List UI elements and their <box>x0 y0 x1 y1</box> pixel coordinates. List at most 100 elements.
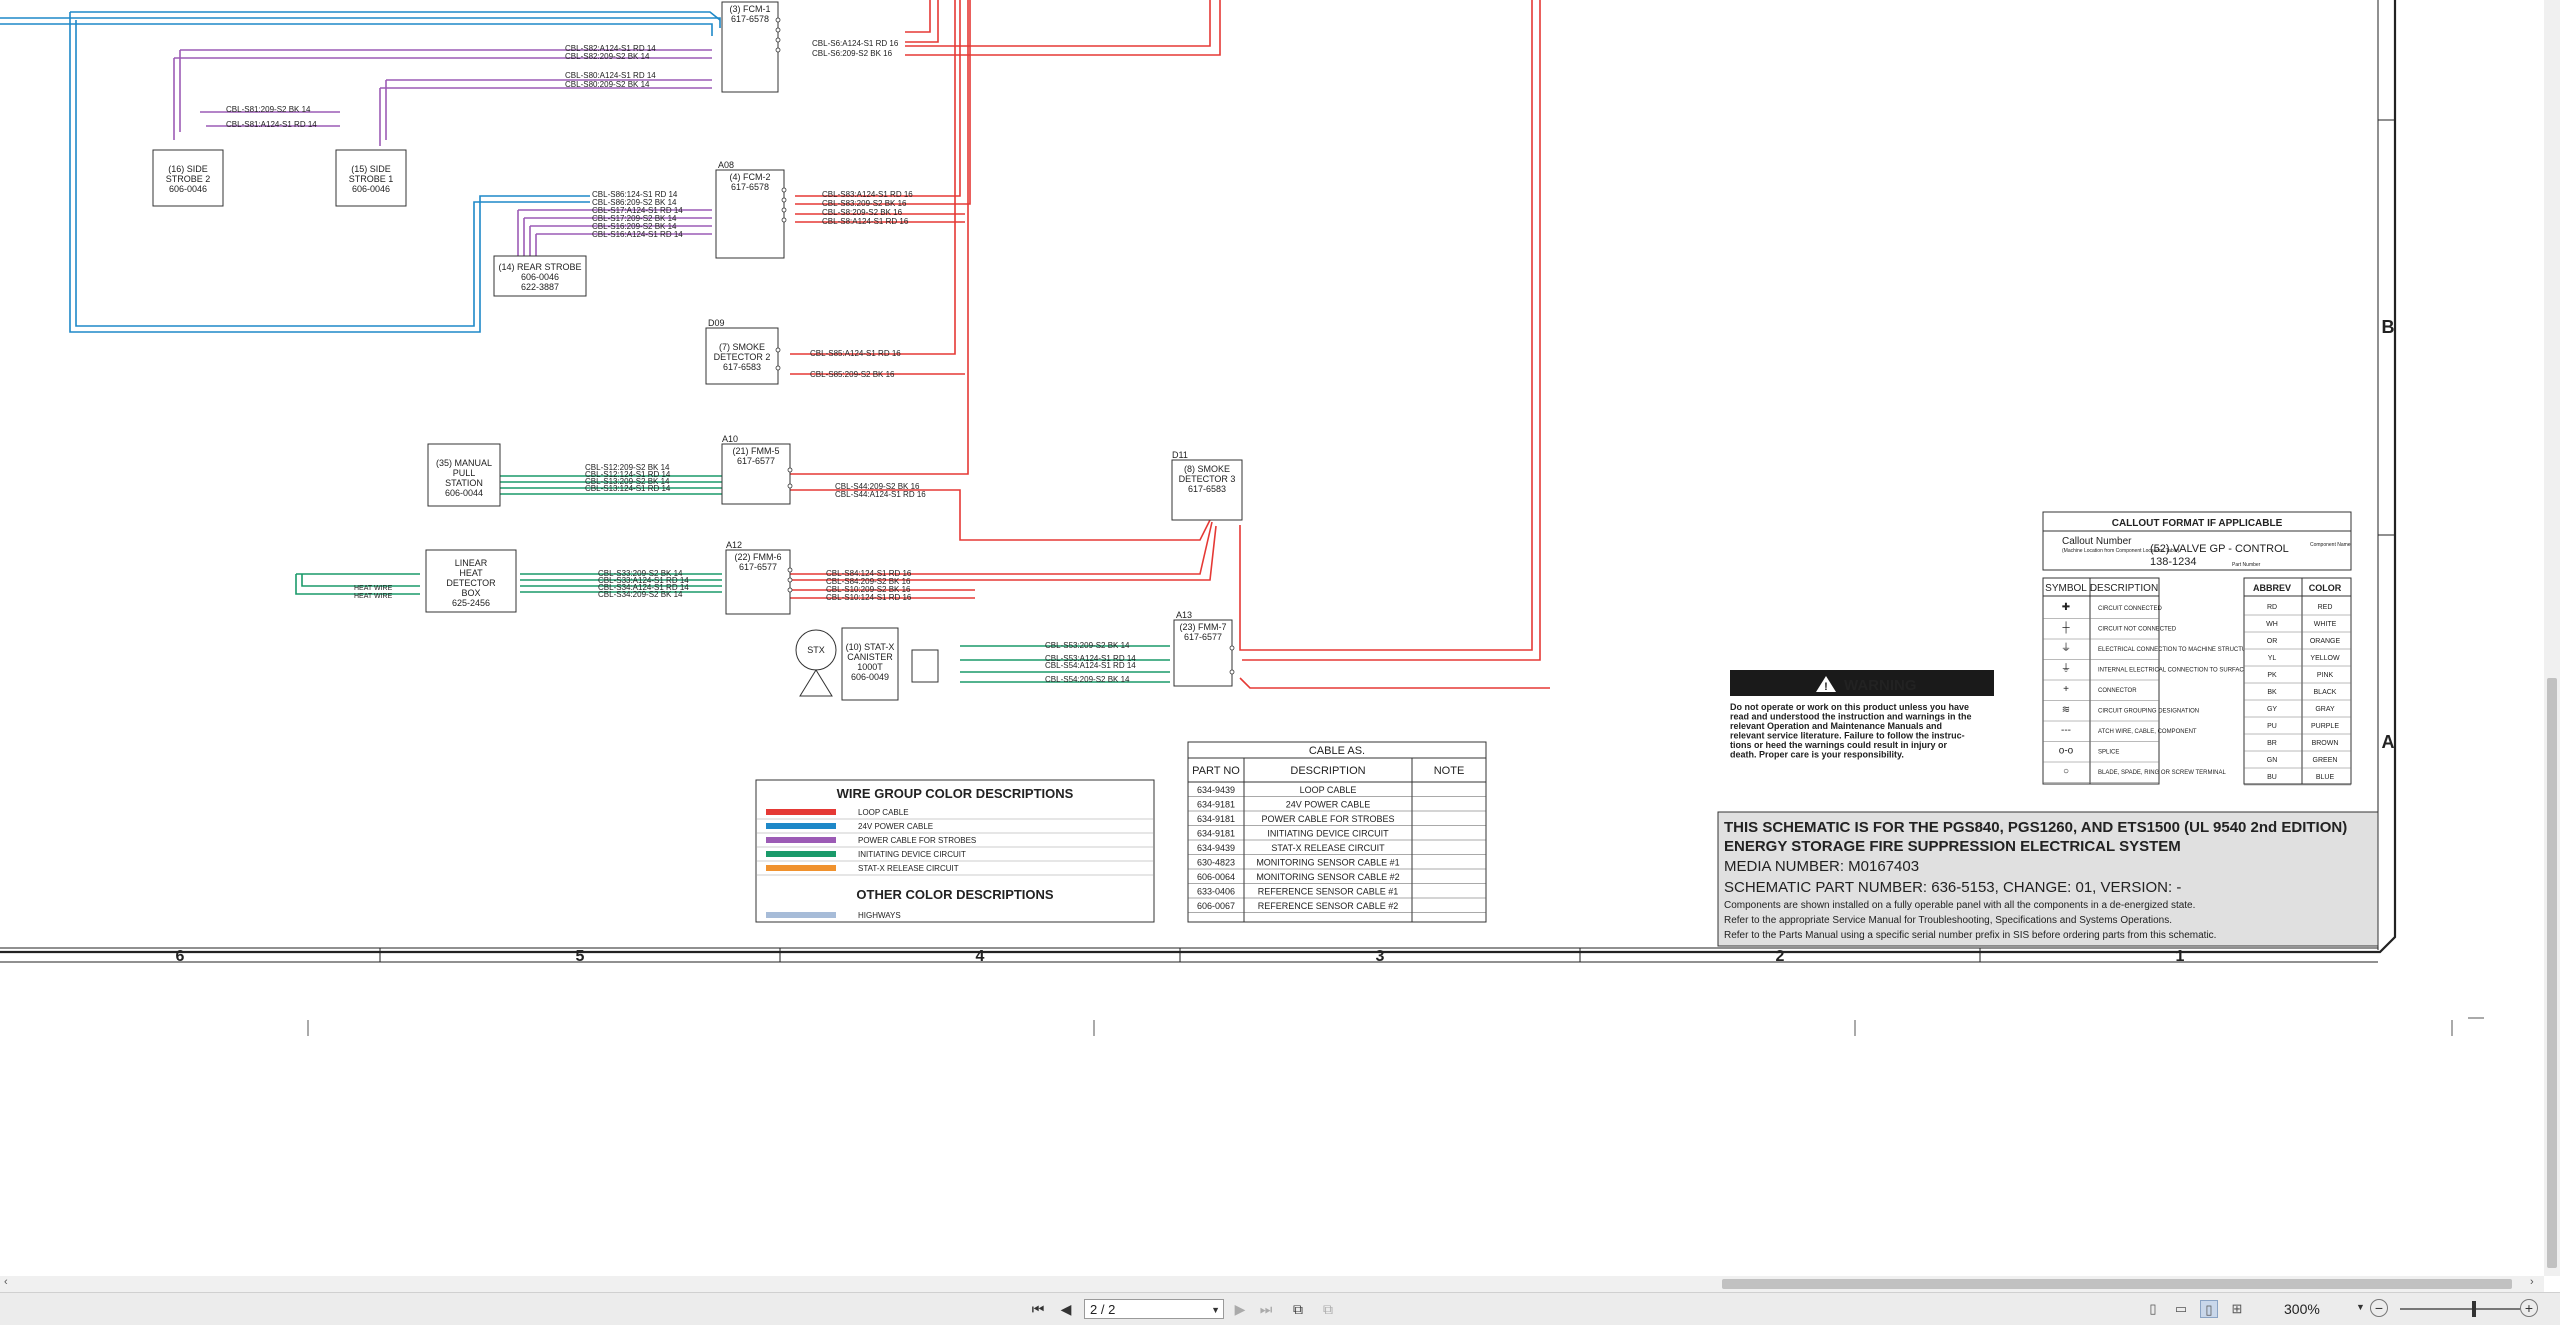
facing-view-icon[interactable]: ▯ <box>2200 1300 2218 1318</box>
cable-label: CBL-S81:A124-S1 RD 14 <box>226 120 317 129</box>
wire-group-title: WIRE GROUP COLOR DESCRIPTIONS <box>837 786 1074 801</box>
rear-strobe-label: 606-0046 <box>521 272 559 282</box>
cable-label: CBL-S85:A124-S1 RD 16 <box>810 349 901 358</box>
cable-description: LOOP CABLE <box>1300 785 1357 795</box>
manual-pull-station-label: (35) MANUAL <box>436 458 492 468</box>
zoom-out-icon[interactable]: − <box>2370 1299 2388 1317</box>
previous-view-icon[interactable]: ⧉ <box>1288 1299 1308 1319</box>
continuous-view-icon[interactable]: ▭ <box>2172 1300 2190 1318</box>
loop-cable-wire <box>1242 0 1541 661</box>
fmm7-label: 617-6577 <box>1184 632 1222 642</box>
scroll-right-icon[interactable]: › <box>2530 1276 2534 1288</box>
side-strobe-2-label: STROBE 2 <box>166 174 211 184</box>
color-abbrev: RD <box>2267 604 2277 611</box>
loop-cable-wire <box>1239 0 1533 651</box>
wire-group-item-label: LOOP CABLE <box>858 808 909 817</box>
statx-triangle <box>799 669 833 697</box>
loop-cable-wire <box>790 0 969 475</box>
symbol-description: CIRCUIT NOT CONNECTED <box>2098 627 2177 633</box>
cable-label: CBL-S80:209-S2 BK 14 <box>565 80 650 89</box>
cable-label: CBL-S6:A124-S1 RD 16 <box>812 39 899 48</box>
grid-column-label: 1 <box>2176 948 2185 965</box>
symbol-glyph: ≋ <box>2062 705 2070 716</box>
symbol-description: CIRCUIT GROUPING DESIGNATION <box>2098 709 2199 715</box>
loop-cable-wire <box>905 0 931 33</box>
statx-canister-label: 606-0049 <box>851 672 889 682</box>
page-number-field[interactable]: 2 / 2 ▼ <box>1084 1299 1224 1319</box>
fmm6-label: 617-6577 <box>739 562 777 572</box>
terminal <box>787 483 793 489</box>
next-view-icon[interactable]: ⧉ <box>1318 1299 1338 1319</box>
color-abbrev: BU <box>2267 774 2277 781</box>
document-viewport[interactable]: 6 5 4 3 2 1 B A (3) FCM-1 617-6578 A08 (4) FCM-2 617… <box>0 0 2544 1276</box>
cable-label: CBL-S83:209-S2 BK 16 <box>822 199 907 208</box>
color-name: ORANGE <box>2310 638 2341 645</box>
zoom-in-icon[interactable]: + <box>2520 1299 2538 1317</box>
title-block-line1: THIS SCHEMATIC IS FOR THE PGS840, PGS126… <box>1724 819 2347 836</box>
color-abbrev: GY <box>2267 706 2277 713</box>
power-cable-wire <box>0 17 721 28</box>
vertical-scroll-thumb[interactable] <box>2547 678 2557 1268</box>
fmm6-ref: A12 <box>726 540 742 550</box>
cable-label: CBL-S53:209-S2 BK 14 <box>1045 641 1130 650</box>
wire-color-swatch <box>766 865 836 871</box>
wire-color-swatch <box>766 851 836 857</box>
component-name-label: Component Name <box>2310 542 2351 548</box>
loop-cable-wire <box>795 0 971 205</box>
zoom-slider-handle[interactable] <box>2472 1301 2476 1317</box>
grid-column-label: 4 <box>976 948 985 965</box>
vertical-scrollbar[interactable] <box>2544 0 2560 1276</box>
statx-canister-label: CANISTER <box>847 652 893 662</box>
terminal <box>775 347 781 353</box>
single-page-view-icon[interactable]: ▯ <box>2144 1300 2162 1318</box>
symbol-description: SPLICE <box>2098 750 2119 756</box>
fcm2-label: (4) FCM-2 <box>730 172 771 182</box>
horizontal-scroll-thumb[interactable] <box>1722 1279 2512 1289</box>
cable-label: CBL-S6:209-S2 BK 16 <box>812 49 893 58</box>
zoom-level[interactable]: 300% <box>2284 1301 2320 1317</box>
color-abbrev: PK <box>2267 672 2277 679</box>
side-strobe-2-label: 606-0046 <box>169 184 207 194</box>
cable-part-number: 634-9181 <box>1197 829 1235 839</box>
loop-cable-wire <box>790 521 1213 575</box>
previous-page-icon[interactable]: ◀ <box>1056 1299 1076 1319</box>
statx-symbol-label: STX <box>807 645 825 655</box>
linear-heat-detector-label: DETECTOR <box>446 578 496 588</box>
last-page-icon[interactable]: ⏭ <box>1256 1299 1276 1319</box>
color-abbrev: YL <box>2268 655 2277 662</box>
horizontal-scrollbar[interactable]: ‹ › <box>0 1276 2544 1292</box>
zoom-slider[interactable] <box>2400 1308 2520 1310</box>
wire-group-item-label: POWER CABLE FOR STROBES <box>858 836 976 845</box>
page-number-value: 2 / 2 <box>1090 1302 1116 1317</box>
terminal <box>1229 669 1235 675</box>
terminal <box>1229 645 1235 651</box>
abbrev-header: ABBREV <box>2253 583 2291 593</box>
cable-description: MONITORING SENSOR CABLE #2 <box>1256 872 1399 882</box>
terminal <box>781 217 787 223</box>
symbol-description: ELECTRICAL CONNECTION TO MACHINE STRUCTU… <box>2098 647 2255 653</box>
symbol-glyph: ⏚ <box>2061 663 2071 675</box>
color-abbrev: WH <box>2266 621 2278 628</box>
cable-table-header: NOTE <box>1434 765 1465 777</box>
next-page-icon[interactable]: ▶ <box>1230 1299 1250 1319</box>
linear-heat-detector-label: LINEAR <box>455 558 488 568</box>
callout-example-pn: 138-1234 <box>2150 556 2197 568</box>
symbol-glyph: ✚ <box>2062 602 2070 613</box>
loop-cable-wire <box>905 0 1211 47</box>
warning-text: read and understood the instruction and … <box>1730 712 1972 722</box>
rear-strobe-label: (14) REAR STROBE <box>498 262 581 272</box>
side-strobe-1-label: 606-0046 <box>352 184 390 194</box>
continuous-facing-view-icon[interactable]: ⊞ <box>2228 1300 2246 1318</box>
first-page-icon[interactable]: ⏮ <box>1028 1299 1048 1319</box>
symbol-description: ATCH WIRE, CABLE, COMPONENT <box>2098 729 2197 735</box>
warning-text: relevant service literature. Failure to … <box>1730 731 1965 741</box>
terminal <box>781 197 787 203</box>
cable-description: REFERENCE SENSOR CABLE #2 <box>1258 901 1399 911</box>
color-abbrev-table <box>2243 577 2352 785</box>
wire-group-item-label: INITIATING DEVICE CIRCUIT <box>858 850 966 859</box>
zoom-dropdown-icon[interactable]: ▼ <box>2356 1302 2365 1312</box>
chevron-down-icon[interactable]: ▼ <box>1211 1300 1220 1320</box>
terminal <box>787 587 793 593</box>
wire-group-item-label: 24V POWER CABLE <box>858 822 933 831</box>
scroll-left-icon[interactable]: ‹ <box>4 1276 8 1288</box>
